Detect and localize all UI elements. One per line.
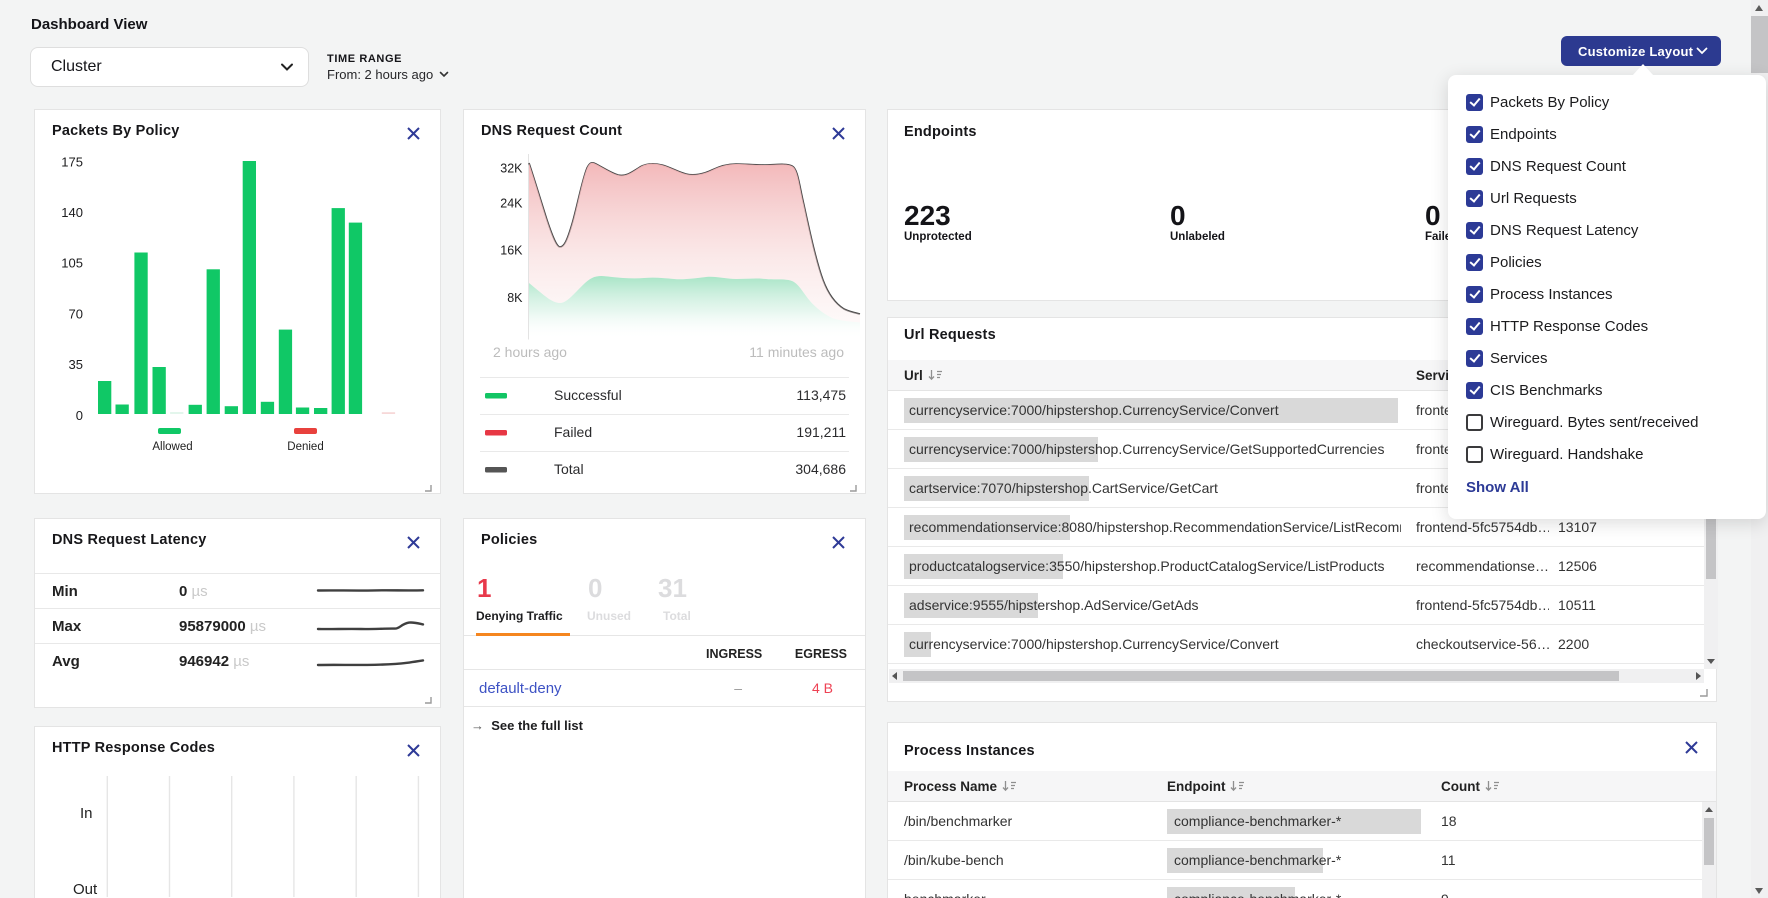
svg-text:Min: Min <box>52 583 78 600</box>
svg-text:175: 175 <box>61 155 83 170</box>
svg-text:70: 70 <box>69 307 83 322</box>
svg-text:304,686: 304,686 <box>795 461 846 477</box>
svg-text:113,475: 113,475 <box>796 387 846 403</box>
svg-text:24K: 24K <box>500 197 523 211</box>
svg-text:Allowed: Allowed <box>152 441 192 453</box>
svg-text:35: 35 <box>69 357 83 372</box>
svg-text:105: 105 <box>61 256 83 271</box>
svg-text:8K: 8K <box>507 291 523 305</box>
svg-text:11 minutes ago: 11 minutes ago <box>749 344 844 360</box>
svg-text:946942 µs: 946942 µs <box>179 653 249 670</box>
svg-text:Failed: Failed <box>554 424 592 440</box>
svg-text:In: In <box>80 805 93 822</box>
svg-text:16K: 16K <box>500 244 523 258</box>
svg-text:Avg: Avg <box>52 653 80 670</box>
svg-text:0: 0 <box>76 408 83 423</box>
svg-text:Successful: Successful <box>554 387 622 403</box>
svg-text:191,211: 191,211 <box>796 424 846 440</box>
svg-text:0 µs: 0 µs <box>179 583 208 600</box>
svg-text:2 hours ago: 2 hours ago <box>493 344 567 360</box>
svg-text:32K: 32K <box>500 162 523 176</box>
svg-text:Out: Out <box>73 881 98 897</box>
svg-text:Denied: Denied <box>287 441 323 453</box>
svg-text:Max: Max <box>52 618 82 635</box>
svg-text:140: 140 <box>61 205 83 220</box>
svg-text:95879000 µs: 95879000 µs <box>179 618 266 635</box>
svg-text:Total: Total <box>554 461 584 477</box>
